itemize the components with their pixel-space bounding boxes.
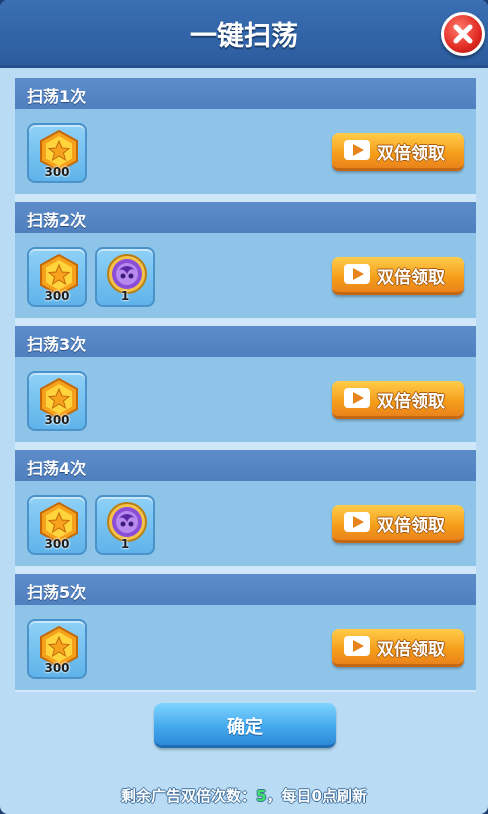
reward-quantity: 1 (120, 289, 130, 303)
sweep-row-label: 扫荡2次 (27, 211, 87, 230)
sweep-row-header: 扫荡3次 (15, 326, 476, 357)
sweep-row: 扫荡1次 300 双倍领取 (15, 78, 476, 194)
double-reward-button[interactable]: 双倍领取 (332, 629, 464, 667)
video-play-icon (344, 636, 370, 656)
sweep-row-header: 扫荡5次 (15, 574, 476, 605)
sweep-dialog: 一键扫荡 扫荡1次 300 双倍领取 扫荡2次 300 1 双倍领取 扫荡3次 300 双倍领取扫… (0, 0, 488, 814)
reward-item[interactable]: 1 (95, 247, 155, 307)
double-reward-button[interactable]: 双倍领取 (332, 381, 464, 419)
ad-count-footer: 剩余广告双倍次数：5，每日0点刷新 (0, 785, 488, 806)
close-icon (453, 24, 473, 44)
reward-quantity: 300 (44, 537, 70, 551)
reward-quantity: 300 (44, 413, 70, 427)
double-reward-label: 双倍领取 (377, 144, 445, 164)
confirm-button-label: 确定 (227, 717, 263, 738)
sweep-row-header: 扫荡2次 (15, 202, 476, 233)
double-reward-label: 双倍领取 (377, 516, 445, 536)
sweep-row-label: 扫荡3次 (27, 335, 87, 354)
video-play-icon (344, 512, 370, 532)
sweep-row: 扫荡2次 300 1 双倍领取 (15, 202, 476, 318)
sweep-row: 扫荡4次 300 1 双倍领取 (15, 450, 476, 566)
reward-item[interactable]: 300 (27, 123, 87, 183)
footer-suffix: ，每日0点刷新 (266, 787, 367, 805)
confirm-button[interactable]: 确定 (154, 703, 336, 748)
double-reward-button[interactable]: 双倍领取 (332, 257, 464, 295)
video-play-icon (344, 140, 370, 160)
reward-item[interactable]: 300 (27, 371, 87, 431)
footer-prefix: 剩余广告双倍次数： (121, 787, 257, 805)
reward-quantity: 1 (120, 537, 130, 551)
reward-quantity: 300 (44, 165, 70, 179)
reward-item[interactable]: 300 (27, 247, 87, 307)
video-play-icon (344, 388, 370, 408)
reward-item[interactable]: 300 (27, 495, 87, 555)
sweep-row: 扫荡3次 300 双倍领取 (15, 326, 476, 442)
double-reward-label: 双倍领取 (377, 392, 445, 412)
reward-quantity: 300 (44, 289, 70, 303)
sweep-row-label: 扫荡4次 (27, 459, 87, 478)
dialog-title: 一键扫荡 (190, 21, 298, 52)
sweep-list[interactable]: 扫荡1次 300 双倍领取 扫荡2次 300 1 双倍领取 扫荡3次 300 双倍领取 扫荡4次 30… (15, 78, 476, 692)
reward-item[interactable]: 300 (27, 619, 87, 679)
sweep-row: 扫荡5次 300 双倍领取 (15, 574, 476, 690)
double-reward-label: 双倍领取 (377, 268, 445, 288)
sweep-row-label: 扫荡1次 (27, 87, 87, 106)
sweep-row-header: 扫荡1次 (15, 78, 476, 109)
sweep-row-label: 扫荡5次 (27, 583, 87, 602)
reward-quantity: 300 (44, 661, 70, 675)
sweep-row-header: 扫荡4次 (15, 450, 476, 481)
close-button[interactable] (441, 12, 485, 56)
double-reward-label: 双倍领取 (377, 640, 445, 660)
reward-item[interactable]: 1 (95, 495, 155, 555)
remaining-count: 5 (256, 787, 267, 805)
double-reward-button[interactable]: 双倍领取 (332, 133, 464, 171)
video-play-icon (344, 264, 370, 284)
double-reward-button[interactable]: 双倍领取 (332, 505, 464, 543)
dialog-header: 一键扫荡 (0, 0, 488, 68)
